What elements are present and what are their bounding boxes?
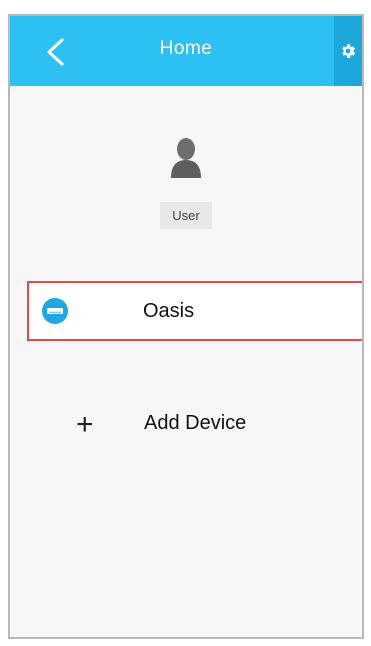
app-screen: Home User Oasis + Add Device [8, 14, 364, 639]
gear-icon [342, 44, 356, 58]
add-device-button[interactable]: + Add Device [76, 406, 316, 446]
add-device-label: Add Device [144, 412, 247, 434]
avatar[interactable] [165, 134, 207, 180]
device-name: Oasis [143, 300, 195, 322]
device-row-oasis[interactable]: Oasis [27, 281, 362, 341]
user-label[interactable]: User [160, 202, 212, 229]
user-profile: User [10, 134, 362, 229]
device-icon-wrap [41, 297, 69, 325]
ac-unit-icon [42, 298, 68, 324]
settings-button[interactable] [334, 16, 362, 86]
plus-icon: + [76, 408, 94, 441]
user-silhouette-icon [171, 138, 201, 178]
app-header: Home [10, 16, 362, 86]
page-title: Home [159, 38, 213, 59]
